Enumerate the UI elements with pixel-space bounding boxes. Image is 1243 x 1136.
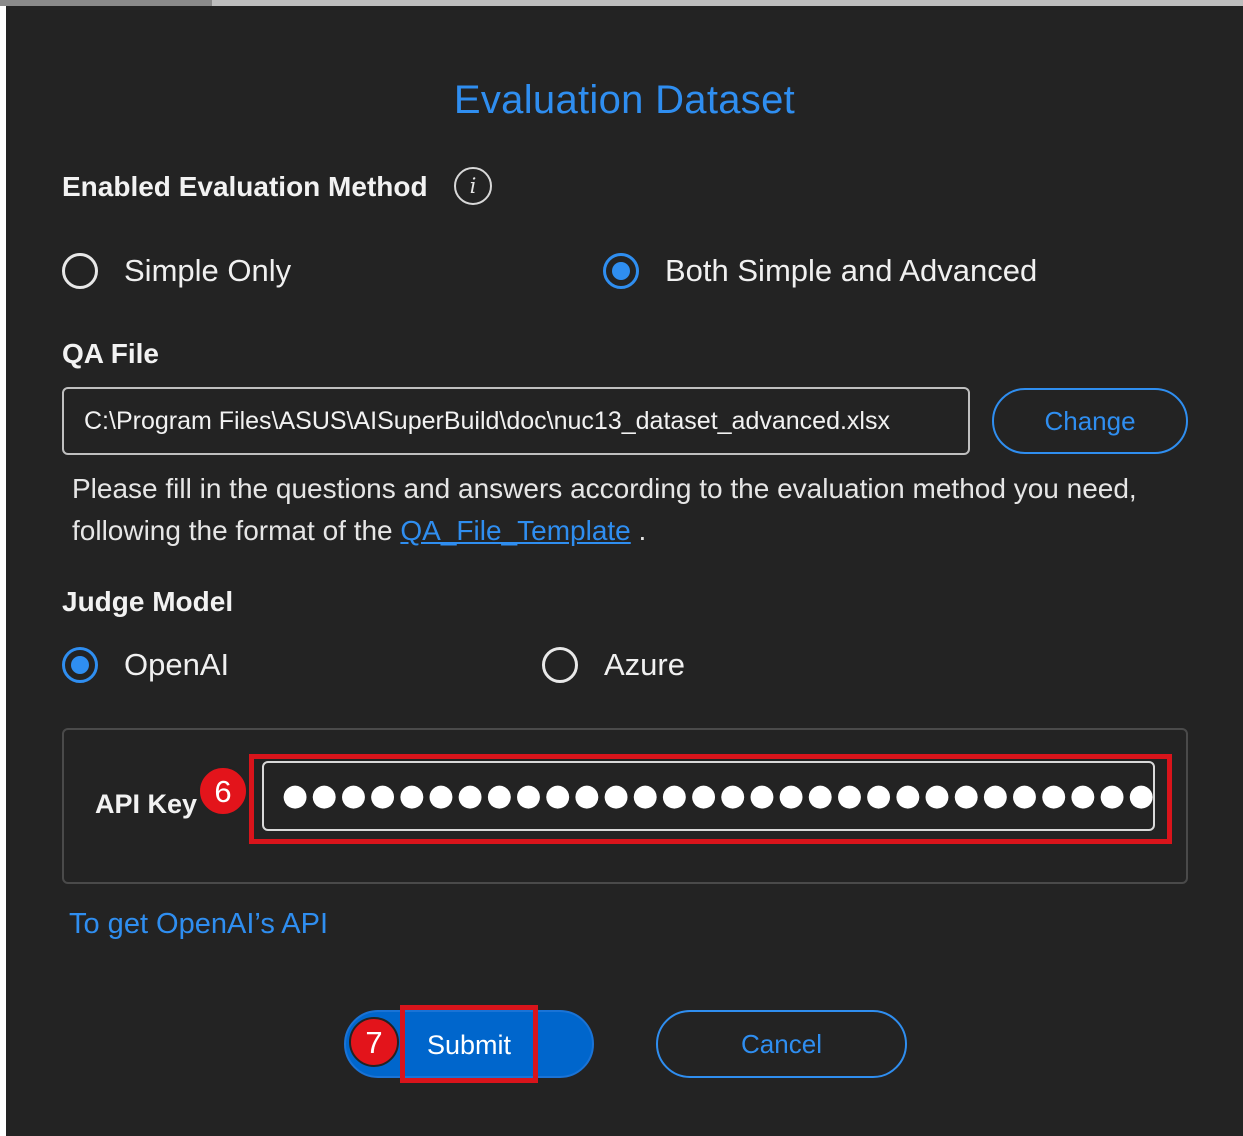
qa-file-help-text: Please fill in the questions and answers… <box>72 468 1202 552</box>
radio-selected-icon[interactable] <box>603 253 639 289</box>
judge-model-label: Judge Model <box>62 586 234 617</box>
radio-simple-only-label: Simple Only <box>124 253 292 288</box>
api-key-label: API Key <box>95 789 198 819</box>
radio-openai[interactable]: OpenAI <box>62 647 229 683</box>
evaluation-dataset-dialog: Evaluation Dataset Enabled Evaluation Me… <box>6 6 1243 1136</box>
api-key-input[interactable]: ●●●●●●●●●●●●●●●●●●●●●●●●●●●●●●●●●●●●● <box>262 761 1155 831</box>
info-icon[interactable]: i <box>454 167 492 205</box>
cancel-button[interactable]: Cancel <box>656 1010 907 1078</box>
radio-both-label: Both Simple and Advanced <box>665 253 1038 288</box>
dialog-title: Evaluation Dataset <box>453 78 796 122</box>
step-7-badge: 7 <box>349 1017 399 1067</box>
help-text-suffix: . <box>638 515 647 546</box>
change-file-button[interactable]: Change <box>992 388 1188 454</box>
radio-circle-icon[interactable] <box>62 253 98 289</box>
radio-azure-label: Azure <box>604 647 685 682</box>
radio-both-simple-advanced[interactable]: Both Simple and Advanced <box>603 253 1037 289</box>
radio-circle-icon[interactable] <box>542 647 578 683</box>
evaluation-method-label: Enabled Evaluation Method <box>62 171 428 202</box>
radio-openai-label: OpenAI <box>124 647 230 682</box>
qa-file-path-field[interactable]: C:\Program Files\ASUS\AISuperBuild\doc\n… <box>62 387 970 455</box>
radio-selected-icon[interactable] <box>62 647 98 683</box>
qa-file-label: QA File <box>62 338 159 369</box>
qa-file-template-link[interactable]: QA_File_Template <box>400 515 630 546</box>
get-openai-api-link[interactable]: To get OpenAI’s API <box>69 908 328 941</box>
radio-azure[interactable]: Azure <box>542 647 685 683</box>
radio-simple-only[interactable]: Simple Only <box>62 253 291 289</box>
submit-button-label[interactable]: Submit <box>403 1009 535 1081</box>
step-6-badge: 6 <box>198 766 248 816</box>
